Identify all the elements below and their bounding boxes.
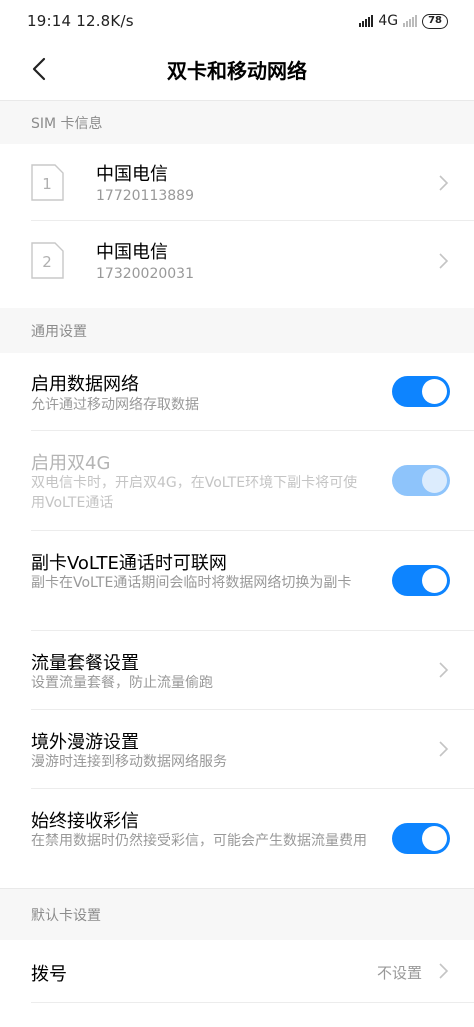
chevron-right-icon (439, 662, 449, 678)
setting-description: 副卡在VoLTE通话期间会临时将数据网络切换为副卡 (31, 575, 352, 591)
sim-card-1-icon: 1 (31, 164, 64, 201)
sim-card-2-icon: 2 (31, 242, 64, 279)
status-right: 4G 78 (359, 13, 448, 29)
status-speed: 12.8K/s (76, 12, 134, 30)
chevron-right-icon (439, 175, 449, 191)
battery-icon: 78 (422, 13, 448, 29)
setting-description: 设置流量套餐，防止流量偷跑 (31, 675, 213, 691)
svg-text:1: 1 (42, 175, 52, 193)
setting-value: 不设置 (376, 964, 422, 982)
svg-text:2: 2 (42, 253, 52, 271)
setting-data-plan[interactable]: 流量套餐设置 设置流量套餐，防止流量偷跑 (0, 631, 474, 709)
setting-secondary-volte-data[interactable]: 副卡VoLTE通话时可联网 副卡在VoLTE通话期间会临时将数据网络切换为副卡 (0, 531, 474, 630)
back-button[interactable] (22, 52, 56, 86)
signal-icon (359, 15, 374, 27)
sim-card-row-1[interactable]: 1 中国电信 17720113889 (0, 144, 474, 223)
data-network-toggle[interactable] (392, 376, 450, 407)
divider (31, 220, 474, 221)
sim-card-row-2[interactable]: 2 中国电信 17320020031 (0, 222, 474, 301)
setting-title: 拨号 (31, 964, 67, 985)
setting-roaming[interactable]: 境外漫游设置 漫游时连接到移动数据网络服务 (0, 710, 474, 788)
sim-carrier-name: 中国电信 (96, 164, 168, 185)
setting-description: 漫游时连接到移动数据网络服务 (31, 754, 227, 770)
status-time: 19:14 (27, 12, 72, 30)
section-header-default-card: 默认卡设置 (0, 888, 474, 940)
mms-toggle[interactable] (392, 823, 450, 854)
setting-description: 在禁用数据时仍然接受彩信，可能会产生数据流量费用 (31, 833, 367, 849)
setting-enable-data-network[interactable]: 启用数据网络 允许通过移动网络存取数据 (0, 353, 474, 430)
signal-secondary-icon (403, 15, 418, 27)
setting-title: 境外漫游设置 (31, 732, 139, 753)
network-type: 4G (378, 13, 399, 29)
page-title: 双卡和移动网络 (167, 58, 307, 83)
setting-enable-dual-4g: 启用双4G 双电信卡时，开启双4G，在VoLTE环境下副卡将可使用VoLTE通话 (0, 431, 474, 530)
setting-title: 启用双4G (31, 453, 111, 474)
sim-carrier-name: 中国电信 (96, 242, 168, 263)
setting-default-dial[interactable]: 拨号 不设置 (0, 940, 474, 1002)
divider (31, 1002, 474, 1003)
chevron-right-icon (439, 741, 449, 757)
setting-title: 始终接收彩信 (31, 811, 139, 832)
setting-title: 副卡VoLTE通话时可联网 (31, 553, 227, 574)
app-header: 双卡和移动网络 (0, 42, 474, 96)
section-header-general: 通用设置 (0, 308, 474, 353)
setting-always-receive-mms[interactable]: 始终接收彩信 在禁用数据时仍然接受彩信，可能会产生数据流量费用 (0, 789, 474, 888)
dual-4g-toggle (392, 465, 450, 496)
chevron-right-icon (439, 253, 449, 269)
section-header-sim: SIM 卡信息 (0, 100, 474, 144)
status-bar: 19:14 12.8K/s 4G 78 (0, 0, 474, 42)
setting-title: 启用数据网络 (31, 374, 139, 395)
setting-description: 允许通过移动网络存取数据 (31, 397, 199, 413)
secondary-volte-toggle[interactable] (392, 565, 450, 596)
chevron-right-icon (439, 963, 449, 979)
sim-phone-number: 17320020031 (96, 266, 194, 282)
setting-description: 双电信卡时，开启双4G，在VoLTE环境下副卡将可使用VoLTE通话 (31, 475, 358, 511)
back-arrow-icon (32, 57, 46, 81)
setting-title: 流量套餐设置 (31, 653, 139, 674)
status-left: 19:14 12.8K/s (27, 12, 134, 30)
sim-phone-number: 17720113889 (96, 188, 194, 204)
